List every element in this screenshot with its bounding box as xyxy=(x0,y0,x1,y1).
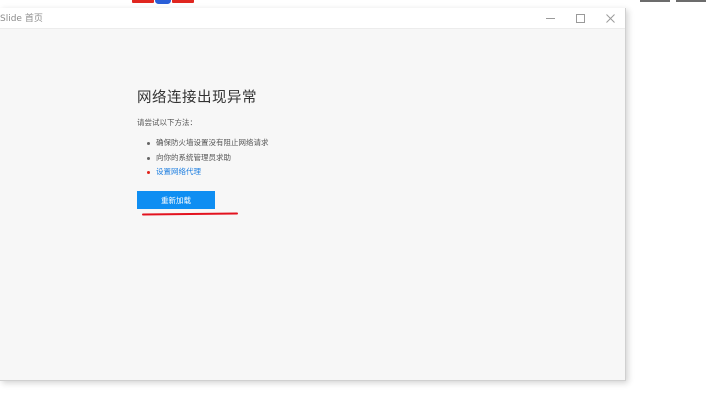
annotation-underline xyxy=(141,212,239,216)
error-panel: 网络连接出现异常 请尝试以下方法： 确保防火墙设置没有阻止网络请求 向你的系统管… xyxy=(137,86,269,180)
minimize-button[interactable] xyxy=(535,8,565,28)
window-title: Slide 首页 xyxy=(0,14,43,24)
maximize-button[interactable] xyxy=(565,8,595,28)
error-heading: 网络连接出现异常 xyxy=(137,90,257,106)
bullet-dot-icon xyxy=(147,171,150,174)
maximize-icon xyxy=(575,13,585,23)
logo-part xyxy=(132,0,154,3)
window-controls xyxy=(535,8,625,28)
reload-button[interactable]: 重新加载 xyxy=(137,191,215,209)
bullet-dot-icon xyxy=(147,156,150,160)
tip-text: 确保防火墙设置没有阻止网络请求 xyxy=(156,138,269,147)
logo-part xyxy=(172,0,194,3)
minimize-icon xyxy=(545,17,555,19)
app-window: Slide 首页 网络连接出现异常 请尝试以下方法： 确保防火墙设置没有阻止网络… xyxy=(0,8,626,381)
tip-text: 向你的系统管理员求助 xyxy=(156,152,231,162)
background-right-controls xyxy=(640,0,706,2)
background-control xyxy=(676,0,706,2)
tip-item: 确保防火墙设置没有阻止网络请求 xyxy=(137,136,269,151)
screen: Slide 首页 网络连接出现异常 请尝试以下方法： 确保防火墙设置没有阻止网络… xyxy=(0,0,708,400)
tip-item-proxy: 设置网络代理 xyxy=(137,165,269,180)
tips-list: 确保防火墙设置没有阻止网络请求 向你的系统管理员求助 设置网络代理 xyxy=(137,136,269,180)
proxy-settings-link[interactable]: 设置网络代理 xyxy=(156,167,201,176)
tip-item: 向你的系统管理员求助 xyxy=(137,151,269,166)
title-bar[interactable]: Slide 首页 xyxy=(0,8,625,29)
background-logo xyxy=(132,0,194,4)
bullet-dot-icon xyxy=(147,142,150,145)
error-hint: 请尝试以下方法： xyxy=(137,118,197,127)
close-icon xyxy=(605,13,615,23)
close-button[interactable] xyxy=(595,8,625,28)
background-control xyxy=(640,0,670,2)
logo-part xyxy=(155,0,171,4)
